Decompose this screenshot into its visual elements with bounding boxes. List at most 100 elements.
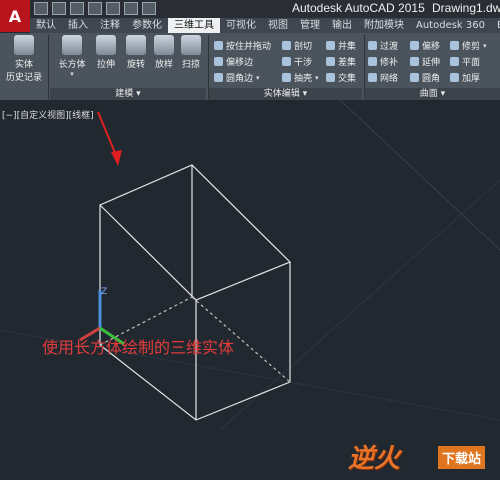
patch-button[interactable]: 修补 <box>368 55 398 68</box>
slice-button[interactable]: 剖切 <box>282 39 312 52</box>
drawing-viewport[interactable]: Z <box>0 100 500 480</box>
ucs-z-label: Z <box>101 287 107 297</box>
new-file-icon[interactable] <box>34 2 48 15</box>
trim-label: 修剪 <box>462 42 481 52</box>
save-as-icon[interactable] <box>88 2 102 15</box>
blend-button[interactable]: 过渡 <box>368 39 398 52</box>
extrude-button[interactable]: 拉伸 <box>92 35 120 70</box>
thicken-button[interactable]: 加厚 <box>450 71 480 84</box>
presspull-label: 按住并拖动 <box>226 42 272 52</box>
extend-button[interactable]: 延伸 <box>410 55 440 68</box>
interfere-icon <box>282 57 291 66</box>
offset-label: 偏移 <box>422 42 441 52</box>
solid-editing-group-title[interactable]: 实体编辑 ▾ <box>209 88 362 100</box>
tab-insert[interactable]: 插入 <box>62 18 94 33</box>
union-icon <box>326 41 335 50</box>
sweep-label: 扫掠 <box>181 60 200 70</box>
plot-icon[interactable] <box>106 2 120 15</box>
tab-addins[interactable]: 附加模块 <box>358 18 410 33</box>
shell-dropdown-icon[interactable]: ▾ <box>315 74 319 82</box>
revolve-button[interactable]: 旋转 <box>122 35 150 70</box>
wireframe-box[interactable] <box>98 164 292 421</box>
loft-button[interactable]: 放样 <box>150 35 178 70</box>
offset-edge-button[interactable]: 偏移边 <box>214 55 253 68</box>
solid-history-button[interactable]: 实体 历史记录 <box>4 35 44 83</box>
box-icon <box>62 35 82 55</box>
network-button[interactable]: 网络 <box>368 71 398 84</box>
thicken-label: 加厚 <box>462 74 481 84</box>
undo-icon[interactable] <box>124 2 138 15</box>
offset-edge-label: 偏移边 <box>226 58 254 68</box>
trim-dropdown-icon[interactable]: ▾ <box>483 42 487 50</box>
sweep-button[interactable]: 扫掠 <box>177 35 205 70</box>
solid-history-label-1: 实体 <box>14 60 33 70</box>
tab-autodesk-360[interactable]: Autodesk 360 <box>410 18 491 33</box>
revolve-icon <box>126 35 146 55</box>
thicken-icon <box>450 73 459 82</box>
intersect-button[interactable]: 交集 <box>326 71 356 84</box>
divider <box>48 35 49 99</box>
interfere-button[interactable]: 干涉 <box>282 55 312 68</box>
presspull-icon <box>214 41 223 50</box>
redo-icon[interactable] <box>142 2 156 15</box>
box-dropdown-icon[interactable]: ▾ <box>56 70 88 78</box>
patch-label: 修补 <box>380 58 399 68</box>
presspull-button[interactable]: 按住并拖动 <box>214 39 271 52</box>
watermark: 逆火 下载站 <box>348 438 498 478</box>
tab-view[interactable]: 视图 <box>262 18 294 33</box>
revolve-label: 旋转 <box>126 60 145 70</box>
ribbon-panel: 实体 历史记录 长方体 ▾ 拉伸 旋转 放样 扫掠 建模 ▾ 按住并拖动 剖切 … <box>0 33 500 100</box>
shell-label: 抽壳 <box>294 74 313 84</box>
planar-icon <box>450 57 459 66</box>
blend-label: 过渡 <box>380 42 399 52</box>
watermark-logo-text: 逆火 <box>348 444 401 474</box>
tab-3d-tools[interactable]: 三维工具 <box>168 18 220 33</box>
offset-button[interactable]: 偏移 <box>410 39 440 52</box>
tab-bim[interactable]: BIM 3 <box>491 18 500 33</box>
solid-history-icon <box>14 35 34 55</box>
union-label: 并集 <box>338 42 357 52</box>
fillet-edge-button[interactable]: 圆角边 ▾ <box>214 71 260 84</box>
subtract-button[interactable]: 差集 <box>326 55 356 68</box>
union-button[interactable]: 并集 <box>326 39 356 52</box>
solid-history-label-2: 历史记录 <box>5 73 42 83</box>
tutorial-caption: 使用长方体绘制的三维实体 <box>42 338 235 357</box>
network-label: 网络 <box>380 74 399 84</box>
fillet-button[interactable]: 圆角 <box>410 71 440 84</box>
arrow-head-icon <box>111 150 122 166</box>
quick-access-toolbar <box>34 2 156 15</box>
tab-visualize[interactable]: 可视化 <box>220 18 262 33</box>
planar-label: 平面 <box>462 58 481 68</box>
modeling-group-title[interactable]: 建模 ▾ <box>50 88 206 100</box>
tab-output[interactable]: 输出 <box>326 18 358 33</box>
subtract-icon <box>326 57 335 66</box>
network-icon <box>368 73 377 82</box>
subtract-label: 差集 <box>338 58 357 68</box>
title-bar: A Autodesk AutoCAD 2015 Drawing1.dw <box>0 0 500 32</box>
intersect-label: 交集 <box>338 74 357 84</box>
tab-default[interactable]: 默认 <box>30 18 62 33</box>
surface-group-title[interactable]: 曲面 ▾ <box>365 88 500 100</box>
watermark-site-text: 下载站 <box>438 446 486 469</box>
app-title: Autodesk AutoCAD 2015 <box>292 1 425 15</box>
trim-button[interactable]: 修剪 ▾ <box>450 39 487 52</box>
trim-icon <box>450 41 459 50</box>
slice-icon <box>282 41 291 50</box>
tab-annotate[interactable]: 注释 <box>94 18 126 33</box>
fillet-edge-icon <box>214 73 223 82</box>
autocad-logo-icon[interactable]: A <box>0 0 30 32</box>
open-file-icon[interactable] <box>52 2 66 15</box>
planar-button[interactable]: 平面 <box>450 55 480 68</box>
loft-label: 放样 <box>154 60 173 70</box>
fillet-icon <box>410 73 419 82</box>
box-label: 长方体 <box>58 60 86 70</box>
tab-parametric[interactable]: 参数化 <box>126 18 168 33</box>
box-button[interactable]: 长方体 ▾ <box>56 35 88 78</box>
tab-manage[interactable]: 管理 <box>294 18 326 33</box>
fillet-edge-dropdown-icon[interactable]: ▾ <box>256 74 260 82</box>
shell-button[interactable]: 抽壳 ▾ <box>282 71 319 84</box>
save-icon[interactable] <box>70 2 84 15</box>
grid-line <box>339 100 500 251</box>
blend-icon <box>368 41 377 50</box>
viewport-controls-label[interactable]: [−][自定义视图][线框] <box>2 108 94 121</box>
